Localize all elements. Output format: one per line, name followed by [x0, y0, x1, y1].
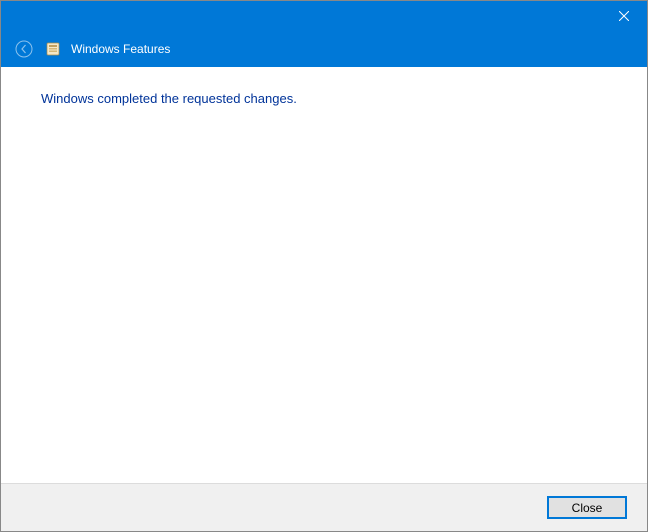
- content-area: Windows completed the requested changes.: [1, 67, 647, 483]
- windows-features-icon: [45, 41, 61, 57]
- back-button: [13, 38, 35, 60]
- window-close-button[interactable]: [601, 1, 647, 31]
- footer-bar: Close: [1, 483, 647, 531]
- window-titlebar: [1, 1, 647, 31]
- close-button[interactable]: Close: [547, 496, 627, 519]
- back-arrow-icon: [15, 40, 33, 58]
- status-message: Windows completed the requested changes.: [41, 91, 607, 106]
- header-bar: Windows Features: [1, 31, 647, 67]
- close-icon: [619, 11, 629, 21]
- window-title: Windows Features: [71, 42, 170, 56]
